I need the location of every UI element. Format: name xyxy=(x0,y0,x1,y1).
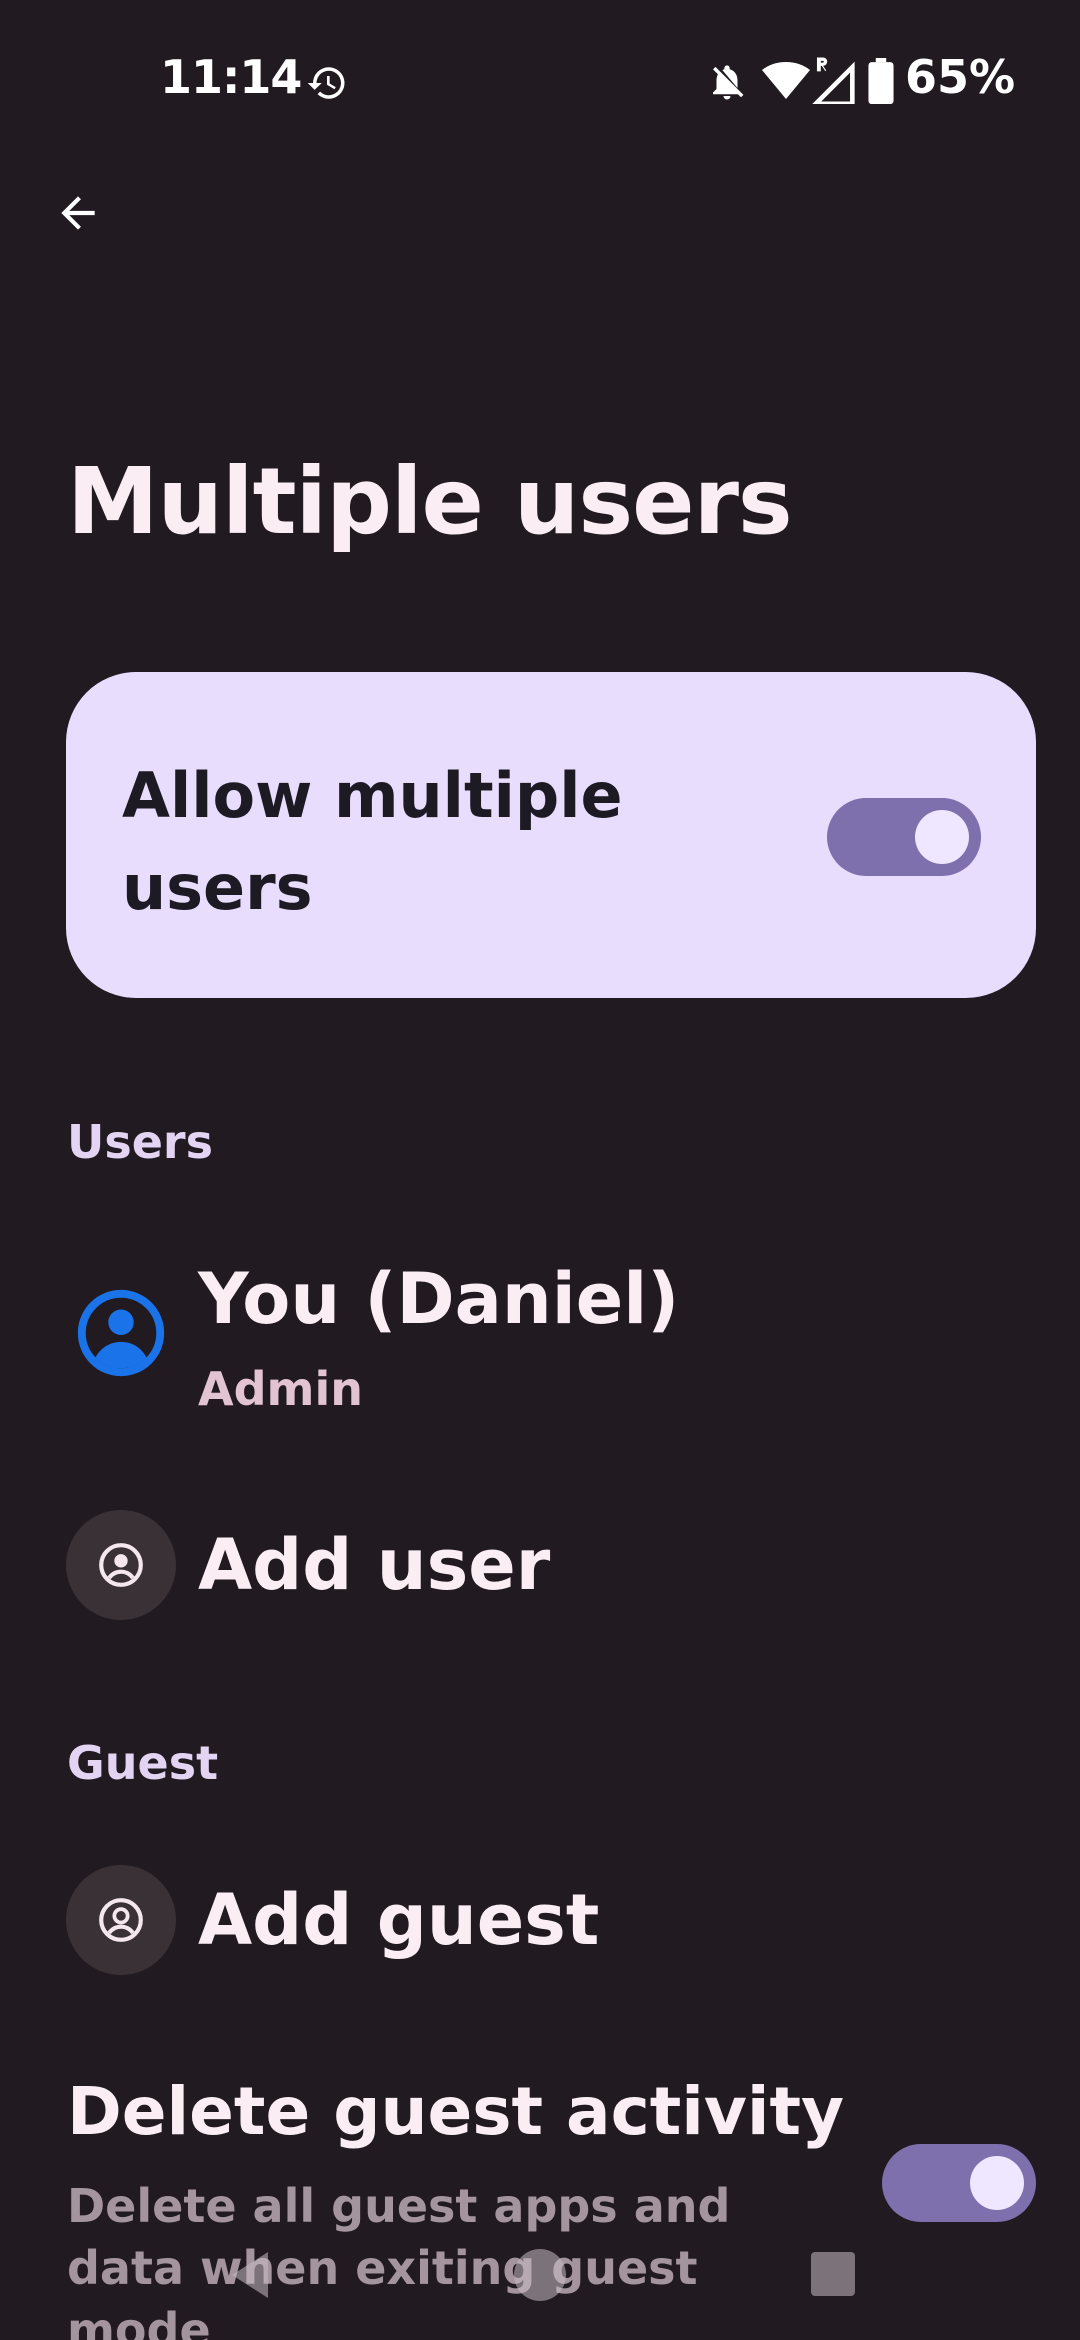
add-user-row[interactable]: Add user xyxy=(0,1510,1080,1620)
status-bar: 11:14 65% xyxy=(0,0,1080,160)
delete-guest-activity-title: Delete guest activity xyxy=(67,2073,845,2150)
add-user-icon-bg xyxy=(66,1510,176,1620)
home-circle-icon[interactable] xyxy=(512,2247,568,2303)
multiple-users-screen: 11:14 65% Multiple users Allow multiple … xyxy=(0,0,1080,2340)
signal-roaming-icon xyxy=(812,57,855,104)
navigation-bar xyxy=(0,2220,1080,2340)
add-guest-icon-bg xyxy=(66,1865,176,1975)
wifi-icon xyxy=(762,62,810,99)
history-icon xyxy=(307,67,345,99)
battery-icon xyxy=(868,58,894,104)
account-add-icon xyxy=(99,1543,143,1587)
allow-multiple-users-label: Allow multiple users xyxy=(122,759,623,924)
bell-off-icon xyxy=(713,65,744,100)
add-guest-label: Add guest xyxy=(198,1879,600,1961)
add-user-label: Add user xyxy=(198,1524,551,1606)
recents-square-icon[interactable] xyxy=(811,2252,855,2296)
users-section-header: Users xyxy=(67,1115,213,1169)
back-button[interactable] xyxy=(40,175,116,251)
account-circle-icon xyxy=(77,1289,165,1377)
add-guest-row[interactable]: Add guest xyxy=(0,1865,1080,1975)
arrow-back-icon xyxy=(61,196,95,230)
battery-percentage: 65% xyxy=(905,50,1016,104)
user-name: You (Daniel) xyxy=(198,1258,680,1340)
allow-multiple-users-switch[interactable] xyxy=(827,798,981,876)
page-title: Multiple users xyxy=(67,448,793,555)
delete-guest-activity-switch[interactable] xyxy=(882,2144,1036,2222)
switch-thumb xyxy=(915,810,969,864)
switch-thumb xyxy=(970,2156,1024,2210)
user-row-daniel[interactable]: You (Daniel) Admin xyxy=(0,1240,1080,1430)
guest-section-header: Guest xyxy=(67,1736,219,1790)
guest-icon xyxy=(99,1898,143,1942)
user-role: Admin xyxy=(198,1362,363,1416)
status-time: 11:14 xyxy=(160,50,302,104)
allow-multiple-users-card[interactable]: Allow multiple users xyxy=(66,672,1036,998)
back-triangle-icon[interactable] xyxy=(228,2250,272,2300)
